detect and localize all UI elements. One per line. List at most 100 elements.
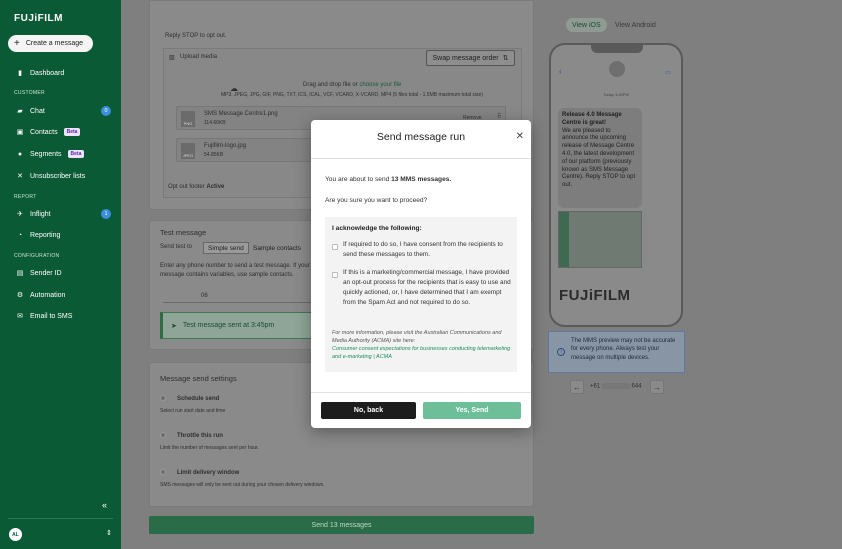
collapse-sidebar-icon[interactable]: « <box>102 500 107 510</box>
number-prefix: +61 <box>590 383 601 390</box>
sidebar-item-contacts[interactable]: ▣ Contacts Beta <box>16 126 114 138</box>
create-message-button[interactable]: + Create a message <box>8 35 93 52</box>
yes-send-button[interactable]: Yes, Send <box>423 402 521 419</box>
create-message-label: Create a message <box>25 40 84 47</box>
message-count: 13 MMS messages. <box>391 176 452 183</box>
message-title: Release 4.0 Message Centre is great! <box>562 112 622 126</box>
image-icon: ▧ <box>169 55 175 61</box>
previous-number-button[interactable]: ← <box>570 380 584 394</box>
number-suffix: 644 <box>631 383 642 390</box>
message-body: We are pleased to announce the upcoming … <box>562 127 636 189</box>
sidebar-item-reporting[interactable]: ◔ Reporting <box>16 229 114 241</box>
drag-label: Drag and drop file or <box>303 82 358 88</box>
limit-window-radio[interactable] <box>160 469 166 476</box>
dialog-question: Are you sure you want to proceed? <box>325 197 428 204</box>
optout-footer-value: Active <box>206 184 225 190</box>
avatar[interactable]: AL <box>9 528 22 541</box>
bar-chart-icon: ▮ <box>18 70 22 77</box>
beta-badge: Beta <box>67 150 85 158</box>
no-back-button[interactable]: No, back <box>321 402 416 419</box>
video-icon: ▭ <box>665 70 671 76</box>
sidebar-item-chat[interactable]: ▰ Chat 0 <box>16 105 114 117</box>
option-label: Limit delivery window <box>176 470 240 476</box>
sidebar-divider <box>8 518 113 519</box>
sidebar-item-label: Contacts <box>30 128 58 136</box>
automation-icon: ⚙ <box>16 292 24 299</box>
tab-simple-send[interactable]: Simple send <box>203 242 249 254</box>
phone-number-value: 06 <box>201 293 208 299</box>
sidebar-item-label: Automation <box>30 291 66 299</box>
sidebar-item-unsubscriber-lists[interactable]: ✕ Unsubscriber lists <box>16 170 114 182</box>
mail-icon: ✉ <box>17 313 23 320</box>
tab-view-ios[interactable]: View iOS <box>566 18 607 32</box>
sidebar: FUJiFILM + Create a message ▮ Dashboard … <box>0 0 121 549</box>
drag-drop-text: Drag and drop file or choose your file <box>303 82 401 88</box>
dialog-divider <box>311 392 531 393</box>
sidebar-item-label: Unsubscriber lists <box>30 172 86 180</box>
schedule-send-option[interactable]: Schedule send <box>160 395 219 402</box>
swap-label: Swap message order <box>432 54 499 62</box>
chevron-up-down-icon[interactable]: ⇕ <box>106 529 112 537</box>
acma-link[interactable]: Consumer consent expectations for busine… <box>332 346 510 360</box>
swap-message-order-button[interactable]: Swap message order ⇅ <box>426 50 515 66</box>
next-number-button[interactable]: → <box>650 380 664 394</box>
dialog-divider <box>311 158 531 159</box>
sidebar-item-sender-id[interactable]: ▤ Sender ID <box>16 267 114 279</box>
option-desc: Select run start date and time <box>160 408 226 414</box>
sidebar-item-segments[interactable]: ● Segments Beta <box>16 148 114 160</box>
contact-avatar <box>609 61 625 77</box>
section-configuration: CONFIGURATION <box>14 253 60 259</box>
phone-number-input[interactable]: 06 <box>163 289 313 303</box>
message-time: Today 3:45PM <box>603 92 629 97</box>
send-messages-button[interactable]: Send 13 messages <box>149 516 534 534</box>
choose-file-link[interactable]: choose your file <box>359 82 401 88</box>
throttle-option[interactable]: Throttle this run <box>160 432 223 439</box>
dialog-title: Send message run <box>376 131 466 143</box>
file-size: 54.85KB <box>204 152 224 158</box>
sidebar-item-label: Sender ID <box>30 269 62 277</box>
info-icon: i <box>557 348 565 356</box>
close-icon[interactable]: ✕ <box>516 131 524 142</box>
back-chevron-icon: ‹ <box>559 67 562 76</box>
test-help-text: Enter any phone number to send a test me… <box>160 263 310 278</box>
phone-notch <box>591 45 643 53</box>
plus-icon: + <box>14 37 20 49</box>
intro-text: You are about to send <box>325 176 392 183</box>
upload-media-label: Upload media <box>180 54 218 60</box>
acknowledgement-panel: I acknowledge the following: If required… <box>325 217 517 372</box>
sidebar-item-label: Email to SMS <box>30 312 73 320</box>
test-message-title: Test message <box>160 228 207 237</box>
file-name: Fujifilm-logo.jpg <box>204 143 247 149</box>
file-size: 114.66KB <box>204 120 226 126</box>
acma-note: For more information, please visit the A… <box>332 330 512 362</box>
throttle-radio[interactable] <box>160 432 166 439</box>
fujifilm-logo[interactable]: FUJiFILM <box>14 13 63 24</box>
schedule-send-radio[interactable] <box>160 395 166 402</box>
users-icon: ● <box>17 150 23 158</box>
sidebar-item-dashboard[interactable]: ▮ Dashboard <box>16 67 114 79</box>
optout-footer-label: Opt out footer <box>168 184 205 190</box>
send-icon: ➤ <box>171 322 177 330</box>
tab-view-android[interactable]: View Android <box>609 18 662 32</box>
sidebar-item-label: Segments <box>30 150 62 158</box>
drag-handle-icon[interactable]: ⠿ <box>497 113 501 120</box>
id-card-icon: ▤ <box>16 270 24 277</box>
formats-text: MP3, JPEG, JPG, GIF, PNG, TXT, ICS, ICAL… <box>221 92 483 98</box>
option-label: Schedule send <box>176 396 220 402</box>
preview-number: +61 644 <box>590 383 642 390</box>
chat-icon: ▰ <box>17 108 23 115</box>
optout-footer: Opt out footer Active <box>168 184 224 190</box>
sidebar-item-email-to-sms[interactable]: ✉ Email to SMS <box>16 310 114 322</box>
plane-icon: ✈ <box>17 211 23 218</box>
consent-checkbox[interactable] <box>332 244 338 250</box>
option-label: Throttle this run <box>176 433 223 439</box>
limit-window-option[interactable]: Limit delivery window <box>160 469 239 476</box>
beta-badge: Beta <box>63 128 81 136</box>
optout-checkbox[interactable] <box>332 272 338 278</box>
jpeg-file-icon: JPEG <box>181 143 195 159</box>
inflight-count-badge: 1 <box>101 209 111 219</box>
sidebar-item-automation[interactable]: ⚙ Automation <box>16 289 114 301</box>
sidebar-item-inflight[interactable]: ✈ Inflight 1 <box>16 208 114 220</box>
tab-sample-contacts[interactable]: Sample contacts <box>249 242 305 254</box>
sidebar-item-label: Reporting <box>30 231 61 239</box>
